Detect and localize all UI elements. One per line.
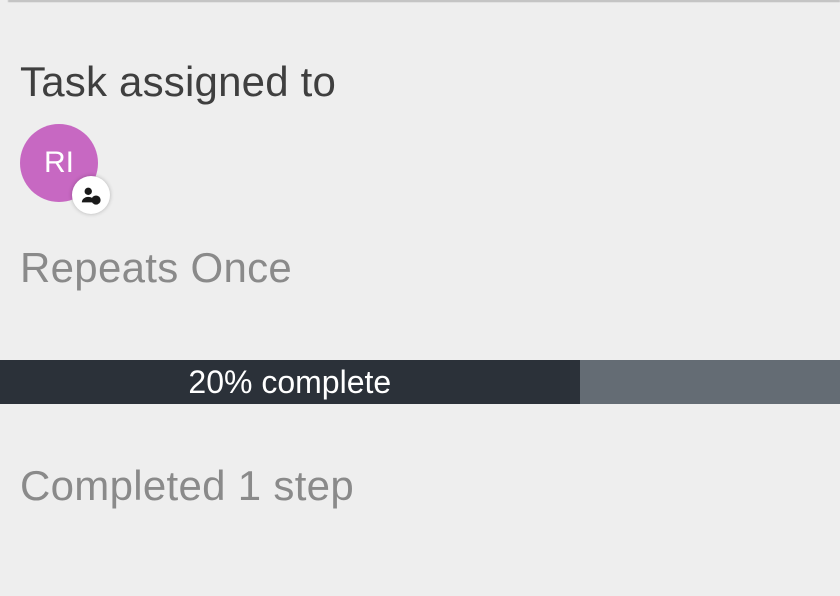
avatar-initials: RI xyxy=(44,146,74,180)
completed-steps-label: Completed 1 step xyxy=(20,462,840,510)
progress-bar-fill: 20% complete xyxy=(0,360,580,404)
progress-bar: 20% complete xyxy=(0,360,840,404)
panel-top-divider xyxy=(8,0,840,2)
progress-label: 20% complete xyxy=(188,364,391,401)
task-panel: Task assigned to RI Repeats Once 20% com… xyxy=(0,58,840,596)
repeats-label: Repeats Once xyxy=(20,244,840,292)
assigned-to-heading: Task assigned to xyxy=(20,58,840,106)
assignee-avatar[interactable]: RI xyxy=(20,124,106,210)
assign-user-icon[interactable] xyxy=(72,176,110,214)
